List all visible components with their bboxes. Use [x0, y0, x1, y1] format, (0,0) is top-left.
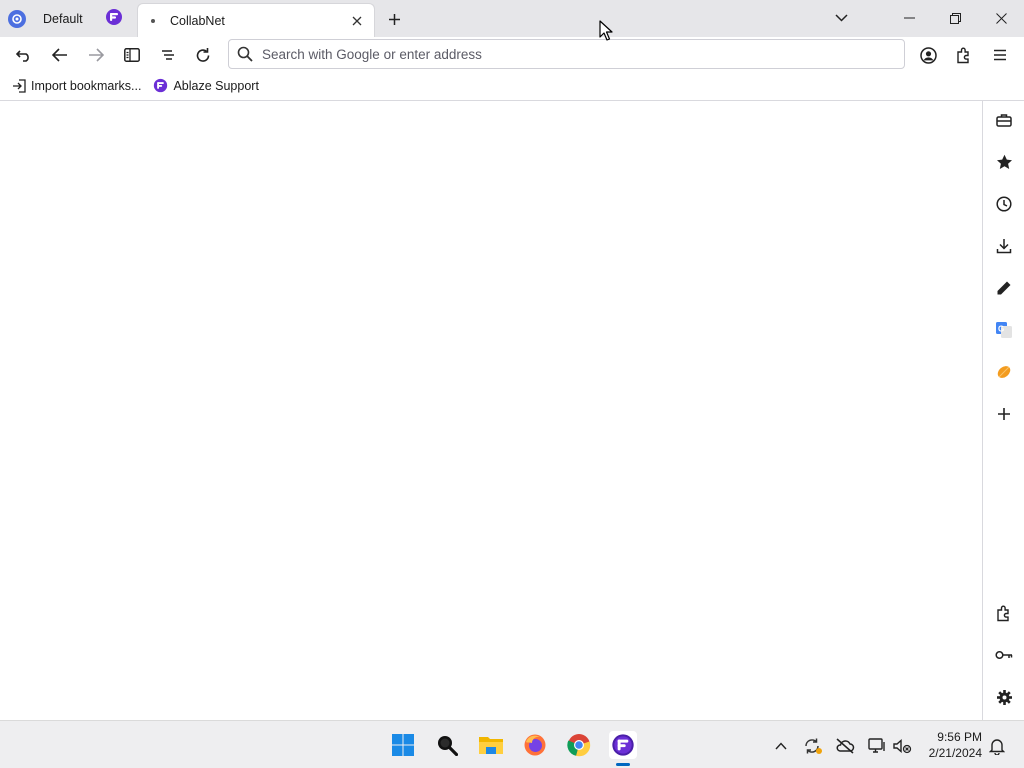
reload-button[interactable] [189, 41, 217, 69]
search-icon [237, 46, 253, 62]
tab-collabnet[interactable]: CollabNet [137, 3, 375, 37]
chevron-up-icon [775, 742, 787, 750]
gear-icon[interactable] [991, 684, 1017, 710]
translate-icon[interactable]: G [991, 317, 1017, 343]
minimize-button[interactable] [886, 0, 932, 36]
file-explorer-icon[interactable] [477, 731, 505, 759]
volume-muted-icon[interactable] [891, 735, 913, 757]
bookmark-import[interactable]: Import bookmarks... [12, 79, 141, 93]
workspace-label: Default [43, 11, 83, 26]
forward-button[interactable] [82, 41, 110, 69]
key-icon[interactable] [991, 642, 1017, 668]
bookmarks-toolbar: Import bookmarks... Ablaze Support [0, 71, 1024, 101]
download-icon[interactable] [991, 233, 1017, 259]
star-icon[interactable] [991, 149, 1017, 175]
account-button[interactable] [914, 41, 942, 69]
url-bar[interactable] [228, 39, 905, 69]
tab-title: CollabNet [170, 13, 225, 28]
close-tab-icon[interactable] [346, 10, 368, 32]
list-icon [162, 50, 174, 60]
windows-taskbar: 9:56 PM 2/21/2024 [0, 720, 1024, 768]
bookmark-label: Ablaze Support [173, 78, 259, 93]
sync-icon[interactable] [802, 735, 824, 757]
workspace-selector[interactable]: Default [0, 0, 123, 37]
toolbox-icon[interactable] [991, 107, 1017, 133]
orange-leaf-icon[interactable] [991, 359, 1017, 385]
bookmark-label: Import bookmarks... [31, 78, 142, 93]
navigation-toolbar [0, 37, 1024, 71]
floorp-icon[interactable] [609, 731, 637, 759]
minimize-icon [903, 17, 915, 19]
active-app-indicator [616, 763, 630, 766]
reload-icon [196, 48, 210, 62]
svg-text:G: G [998, 325, 1004, 334]
search-icon[interactable] [433, 731, 461, 759]
network-icon[interactable] [866, 735, 888, 757]
app-menu-button[interactable] [986, 41, 1014, 69]
account-icon [919, 46, 937, 64]
list-all-tabs-button[interactable] [829, 6, 853, 30]
plus-icon [388, 13, 400, 25]
notifications-icon[interactable] [986, 735, 1008, 757]
restore-icon [949, 12, 961, 24]
sidebar-toggle-button[interactable] [118, 41, 146, 69]
floorp-icon [105, 8, 123, 29]
chrome-icon[interactable] [565, 731, 593, 759]
clock-date: 2/21/2024 [928, 746, 982, 760]
arrow-right-icon [89, 48, 104, 62]
restore-button[interactable] [932, 0, 978, 36]
workspace-icon [8, 9, 26, 28]
floorp-icon [153, 78, 168, 93]
hamburger-menu-icon [994, 49, 1006, 61]
close-icon [995, 12, 1007, 24]
tab-strip: Default CollabNet [0, 0, 1024, 37]
bookmark-ablaze-support[interactable]: Ablaze Support [153, 78, 259, 93]
undo-icon [16, 50, 29, 62]
arrow-left-icon [52, 48, 67, 62]
browser-sidebar: G [982, 101, 1024, 720]
new-tab-button[interactable] [382, 7, 406, 31]
extensions-icon[interactable] [991, 600, 1017, 626]
import-icon [12, 78, 26, 93]
mouse-cursor-icon [599, 20, 613, 44]
pen-icon[interactable] [991, 275, 1017, 301]
add-icon[interactable] [991, 401, 1017, 427]
history-icon[interactable] [991, 191, 1017, 217]
tab-favicon [151, 18, 155, 23]
address-input[interactable] [262, 46, 904, 62]
back-button[interactable] [46, 41, 74, 69]
sidebar-icon [124, 48, 140, 62]
show-hidden-icons-button[interactable] [770, 735, 792, 757]
chevron-down-icon [834, 14, 848, 22]
extensions-button[interactable] [950, 41, 978, 69]
windows-start-icon[interactable] [389, 731, 417, 759]
clock-time: 9:56 PM [937, 730, 982, 744]
system-clock[interactable]: 9:56 PM 2/21/2024 [920, 729, 982, 761]
puzzle-icon [957, 47, 969, 63]
onedrive-offline-icon[interactable] [834, 735, 856, 757]
close-window-button[interactable] [978, 0, 1024, 36]
page-content[interactable] [0, 101, 982, 720]
tree-style-tabs-button[interactable] [154, 41, 182, 69]
firefox-icon[interactable] [521, 731, 549, 759]
undo-close-tab-button[interactable] [10, 41, 38, 69]
